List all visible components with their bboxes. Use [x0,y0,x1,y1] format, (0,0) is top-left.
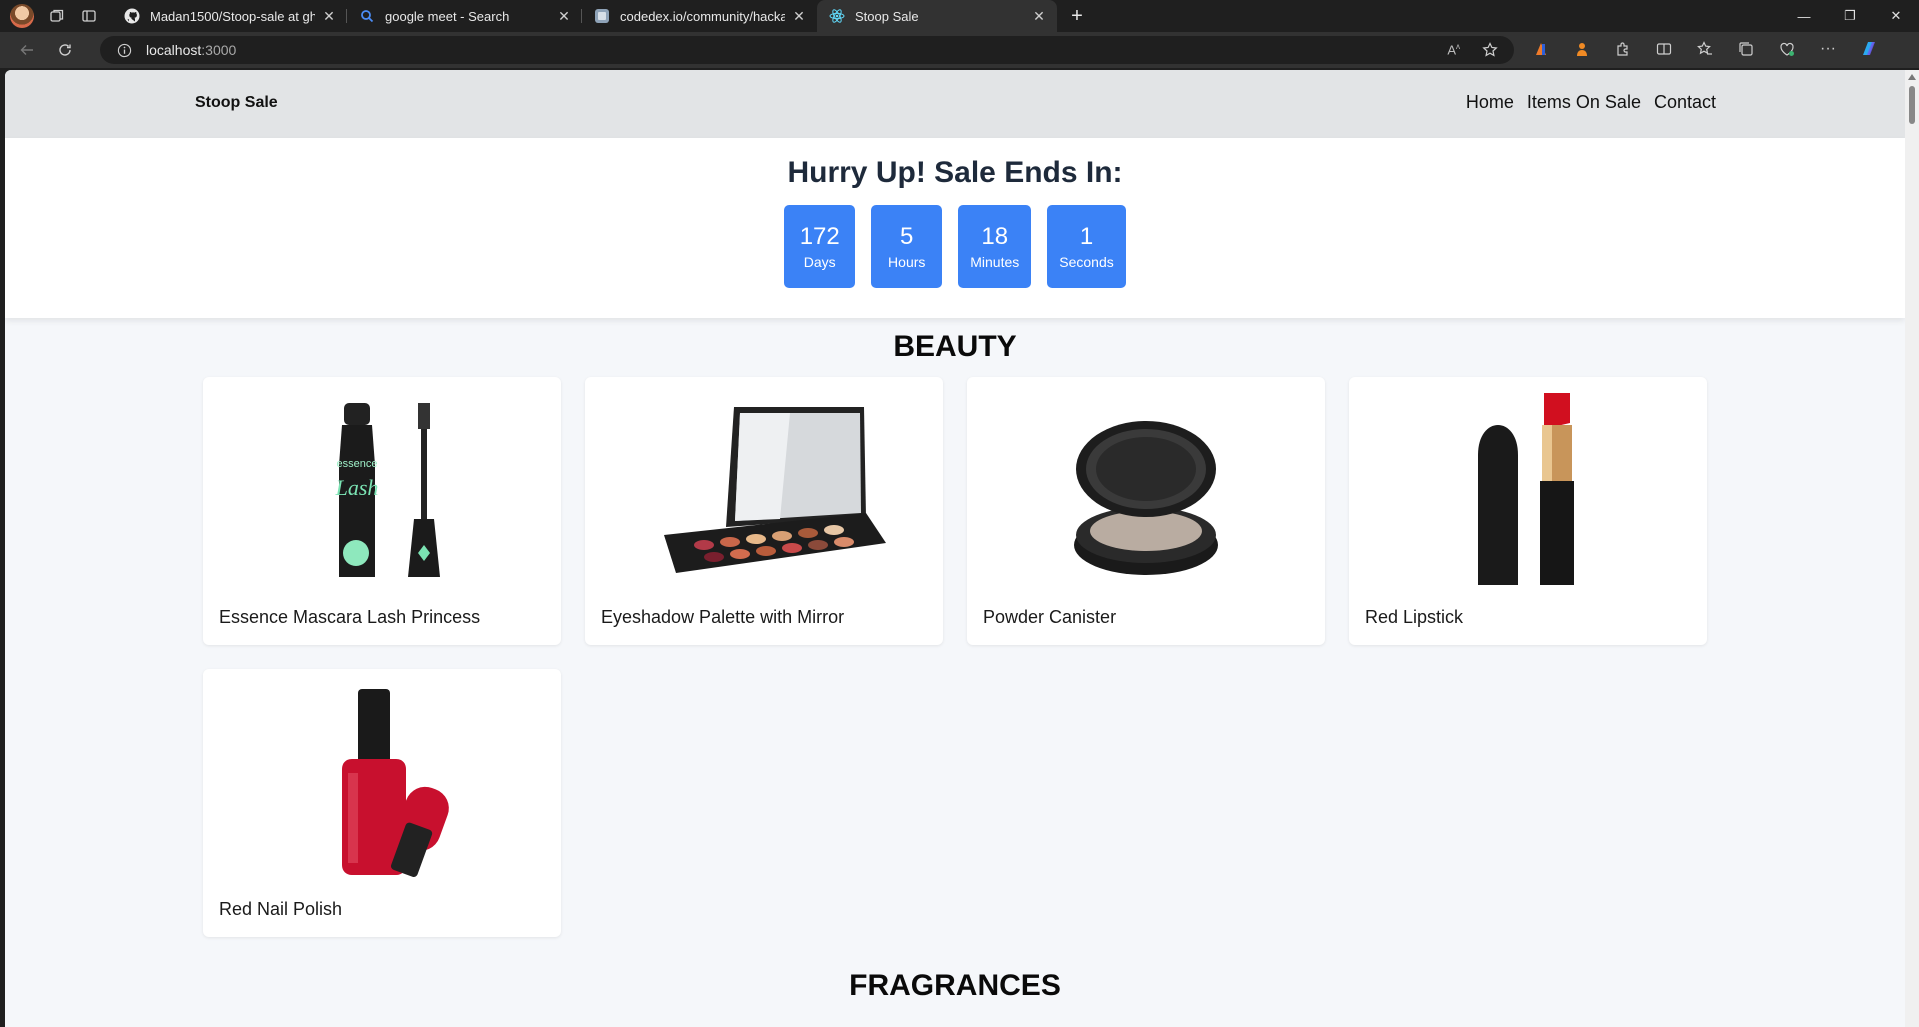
split-screen-icon[interactable] [1653,38,1675,60]
browser-toolbar: localhost:3000 Aʌ ··· [0,32,1919,68]
url-text: localhost:3000 [146,42,236,58]
countdown-label: Hours [888,254,926,270]
mascara-image: essence Lash [203,385,561,585]
tab-title: google meet - Search [385,8,510,24]
address-bar[interactable]: localhost:3000 Aʌ [100,36,1514,64]
more-options-icon[interactable]: ··· [1817,38,1839,60]
page-scrollbar[interactable] [1905,70,1919,1027]
countdown-heading: Hurry Up! Sale Ends In: [787,156,1123,189]
collections-icon[interactable] [1735,38,1757,60]
tab-actions-icon[interactable] [80,7,98,25]
tab-github[interactable]: Madan1500/Stoop-sale at gh-pa ✕ [112,0,347,32]
window-controls: — ❐ ✕ [1781,0,1919,32]
product-card[interactable]: Red Lipstick [1349,377,1707,645]
countdown-label: Days [803,254,836,270]
restore-icon[interactable]: ❐ [1827,0,1873,32]
extension-person-icon[interactable] [1571,38,1593,60]
site-header: Stoop Sale Home Items On Sale Contact [5,70,1905,138]
minimize-icon[interactable]: — [1781,0,1827,32]
countdown-seconds: 1 Seconds [1047,205,1126,288]
tab-codedex[interactable]: codedex.io/community/hackatho ✕ [582,0,817,32]
tab-title: Stoop Sale [855,8,919,24]
nav-items-on-sale-link[interactable]: Items On Sale [1527,92,1641,113]
url-port: :3000 [201,42,237,58]
countdown-hours: 5 Hours [871,205,943,288]
tab-title: codedex.io/community/hackatho [620,8,785,24]
product-grid-beauty: essence Lash Essence Mascara Lash Prince… [203,377,1905,937]
browser-essentials-icon[interactable] [1776,38,1798,60]
svg-text:essence: essence [337,458,378,470]
countdown-value: 1 [1079,223,1094,250]
brand-logo-text[interactable]: Stoop Sale [195,94,278,112]
copilot-icon[interactable] [1858,38,1880,60]
profile-avatar[interactable] [10,4,34,28]
search-icon [359,8,375,24]
countdown-label: Seconds [1059,254,1114,270]
url-host: localhost [146,42,202,58]
countdown-value: 5 [900,223,914,250]
product-card[interactable]: Powder Canister [967,377,1325,645]
countdown-value: 172 [799,223,840,250]
site-info-icon[interactable] [116,42,132,58]
close-tab-icon[interactable]: ✕ [791,8,807,24]
countdown-banner: Hurry Up! Sale Ends In: 172 Days 5 Hours… [5,138,1905,318]
product-card[interactable]: Red Nail Polish [203,669,561,937]
favorite-star-icon[interactable] [1482,42,1498,63]
refresh-icon[interactable] [50,35,80,65]
close-tab-icon[interactable]: ✕ [321,8,337,24]
countdown-minutes: 18 Minutes [958,205,1032,288]
tab-google-meet-search[interactable]: google meet - Search ✕ [347,0,582,32]
countdown-days: 172 Days [784,205,856,288]
extensions-puzzle-icon[interactable] [1612,38,1634,60]
page-viewport: Stoop Sale Home Items On Sale Contact Hu… [5,70,1905,1027]
extensions-row: ··· [1530,38,1880,60]
red-nail-polish-image [203,677,561,877]
red-lipstick-image [1349,385,1707,585]
extension-orange-icon[interactable] [1530,38,1552,60]
countdown-label: Minutes [970,254,1020,270]
workspaces-icon[interactable] [48,7,66,25]
product-name: Powder Canister [983,607,1117,627]
product-card[interactable]: essence Lash Essence Mascara Lash Prince… [203,377,561,645]
countdown-value: 18 [981,223,1009,250]
product-name: Essence Mascara Lash Princess [219,607,481,627]
product-card[interactable]: Eyeshadow Palette with Mirror [585,377,943,645]
close-tab-icon[interactable]: ✕ [1031,8,1047,24]
scroll-up-arrow-icon[interactable] [1908,74,1916,80]
favorites-icon[interactable] [1694,38,1716,60]
codedex-icon [594,8,610,24]
read-aloud-icon[interactable]: Aʌ [1447,42,1460,63]
browser-tab-bar: Madan1500/Stoop-sale at gh-pa ✕ google m… [0,0,1919,32]
powder-canister-image [967,385,1325,585]
tab-title: Madan1500/Stoop-sale at gh-pa [150,8,315,24]
main-nav: Home Items On Sale Contact [1466,92,1716,113]
section-title-beauty: BEAUTY [893,330,1017,363]
nav-home-link[interactable]: Home [1466,92,1514,113]
nav-contact-link[interactable]: Contact [1654,92,1716,113]
close-window-icon[interactable]: ✕ [1873,0,1919,32]
product-name: Red Nail Polish [219,899,343,919]
eyeshadow-palette-image [585,385,943,585]
close-tab-icon[interactable]: ✕ [556,8,572,24]
github-icon [124,8,140,24]
product-name: Eyeshadow Palette with Mirror [601,607,845,627]
section-title-fragrances: FRAGRANCES [849,969,1061,1002]
react-icon [829,8,845,24]
scrollbar-thumb[interactable] [1909,86,1915,124]
back-icon[interactable] [12,35,42,65]
new-tab-button[interactable]: + [1063,2,1091,30]
countdown-timers: 172 Days 5 Hours 18 Minutes 1 Seconds [5,205,1905,288]
svg-text:Lash: Lash [335,475,379,500]
tab-stoop-sale[interactable]: Stoop Sale ✕ [817,0,1057,32]
product-name: Red Lipstick [1365,607,1464,627]
